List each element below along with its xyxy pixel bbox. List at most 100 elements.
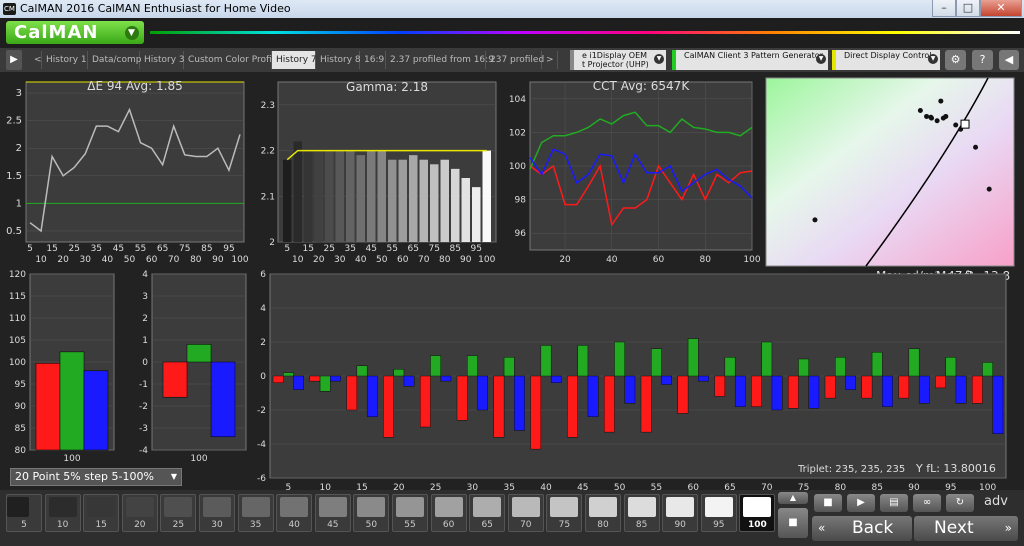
x-tick-label: 30 [80,255,92,265]
patch-75[interactable]: 75 [546,494,583,532]
x-tick-label: 40 [606,255,618,265]
x-tick-label: 40 [355,255,367,265]
patch-70[interactable]: 70 [507,494,544,532]
patch-label: 95 [713,520,725,530]
maximize-button[interactable]: □ [956,0,980,17]
x-tick-label: 100 [478,255,495,265]
tab-4[interactable]: Custom Color Profile [184,51,280,69]
patch-10[interactable]: 10 [44,494,81,532]
x-tick-label: 90 [460,255,472,265]
rgb-error-bar [493,375,505,438]
tab-3[interactable]: History 3 [140,51,185,69]
patch-5[interactable]: 5 [6,494,42,532]
patch-30[interactable]: 30 [199,494,235,532]
rgb-error-bar [550,375,562,384]
tab-9[interactable]: 237 profiled [486,51,544,69]
rgb-error-bar [420,375,431,428]
tab-scroll-left-button[interactable]: ▶ [6,50,22,70]
minimize-button[interactable]: – [932,0,956,17]
rgb-error-bar [714,375,726,397]
save-icon[interactable]: ▤ [880,494,908,512]
rgb-error-bar [530,375,542,450]
y-tick-label: 2 [16,143,22,154]
tab-7[interactable]: 16:9 [360,51,386,69]
patch-45[interactable]: 45 [314,494,351,532]
rgb-error-bar [751,375,762,407]
y-tick-label: 2 [142,314,148,324]
gear-icon[interactable]: ⚙ [945,50,966,70]
patch-95[interactable]: 95 [700,494,737,532]
patch-40[interactable]: 40 [276,494,313,532]
y-tick-label: 98 [515,196,527,206]
rgb-error-bar [898,375,910,399]
y-tick-label: 115 [9,292,26,302]
patch-80[interactable]: 80 [585,494,621,532]
play-icon[interactable]: ▶ [847,494,875,512]
y-tick-label: -4 [139,446,148,456]
refresh-icon[interactable]: ↻ [946,494,974,512]
rgb-error-bar [734,375,746,407]
calman-logo-button[interactable]: CalMAN ▼ [6,21,144,44]
rgb-error-bar [283,372,294,377]
close-button[interactable]: ✕ [980,0,1022,17]
patch-55[interactable]: 55 [392,494,428,532]
y-tick-label: 1 [16,198,22,209]
patch-65[interactable]: 65 [469,494,506,532]
help-icon[interactable]: ? [972,50,993,70]
patch-label: 45 [327,520,339,530]
patch-50[interactable]: 50 [353,494,390,532]
patch-15[interactable]: 15 [83,494,120,532]
gamma-bar [398,159,407,242]
device-selector-1[interactable]: CalMAN Client 3 Pattern Generator ▼ [672,50,828,70]
y-tick-label: 1 [142,336,148,346]
device-selector-2[interactable]: Direct Display Control ▼ [832,50,940,70]
x-tick-label: 70 [418,255,430,265]
tab-2[interactable]: Data/comp [88,51,141,69]
next-button[interactable]: Next » [914,516,1018,541]
patch-100[interactable]: 100 [739,494,776,532]
x-tick-label: 10 [35,255,47,265]
tab-10[interactable]: > [542,51,558,69]
chevron-down-icon: ▼ [170,472,177,481]
tab-8[interactable]: 2.37 profiled from 16:9 [386,51,494,69]
cie-point [924,113,930,119]
patch-swatch [434,497,463,517]
point-selector-value: 20 Point 5% step 5-100% [15,470,154,483]
patch-35[interactable]: 35 [237,494,274,532]
patch-20[interactable]: 20 [121,494,158,532]
window-title-bar: CM CalMAN 2016 CalMAN Enthusiast for Hom… [0,0,1024,18]
cie-point [917,107,923,113]
tab-1[interactable]: History 1 [42,51,88,69]
rgb-error-bar [908,348,920,377]
rgb-error-bar [651,348,662,377]
tab-6[interactable]: History 8 [316,51,361,69]
y-tick-label: 96 [515,229,527,239]
y-tick-label: 105 [9,336,26,346]
chevron-down-icon: ▼ [928,54,938,64]
gamma-bar [409,155,418,242]
y-tick-label: -6 [257,474,266,484]
back-button[interactable]: « Back [812,516,912,541]
back-arrow-icon[interactable]: ◀ [999,50,1019,70]
patch-90[interactable]: 90 [662,494,699,532]
cie-point [953,122,959,128]
stop-square-button[interactable]: ■ [778,508,808,538]
up-arrow-icon[interactable]: ▲ [778,492,808,504]
patch-85[interactable]: 85 [623,494,660,532]
rgb-error-bar [624,375,636,404]
loop-icon[interactable]: ∞ [913,494,941,512]
y-tick-label: 102 [509,128,526,138]
patch-60[interactable]: 60 [430,494,467,532]
rgb-error-bar [835,357,846,377]
tab-0[interactable]: < [30,51,42,69]
stop-icon[interactable]: ■ [814,494,842,512]
x-tick-label: 30 [334,255,346,265]
x-tick-label: 5 [27,244,33,254]
gamma-bar [314,150,323,242]
rgb-error-bar [724,357,736,377]
tab-5[interactable]: History 7 [272,51,317,69]
patch-25[interactable]: 25 [160,494,197,532]
adv-button[interactable]: adv [984,494,1008,509]
point-selector-dropdown[interactable]: 20 Point 5% step 5-100% ▼ [10,468,182,486]
device-selector-0[interactable]: e i1Display OEM t Projector (UHP) ▼ [570,50,666,70]
